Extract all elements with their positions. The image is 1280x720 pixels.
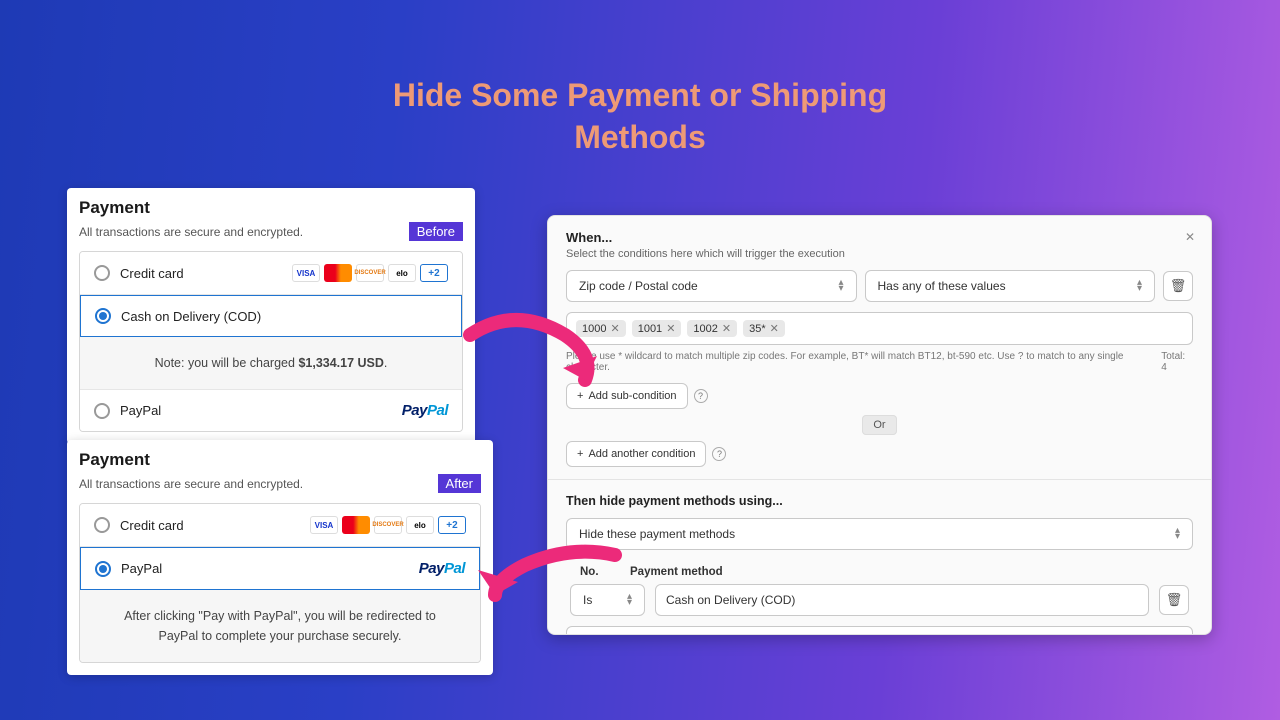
operator-select[interactable]: Has any of these values ▴▾ bbox=[865, 270, 1156, 302]
more-cards-badge: +2 bbox=[438, 516, 466, 534]
discover-icon: DISCOVER bbox=[356, 264, 384, 282]
option-cod[interactable]: Cash on Delivery (COD) bbox=[80, 295, 462, 337]
help-icon[interactable]: ? bbox=[694, 389, 708, 403]
chevron-updown-icon: ▴▾ bbox=[1137, 280, 1142, 292]
secure-note: All transactions are secure and encrypte… bbox=[79, 477, 303, 491]
value-tag: 1002✕ bbox=[687, 320, 737, 337]
paypal-logo-icon: PayPal bbox=[402, 402, 448, 419]
rule-config-panel: When... Select the conditions here which… bbox=[547, 215, 1212, 635]
before-panel: Payment All transactions are secure and … bbox=[67, 188, 475, 444]
payment-heading: Payment bbox=[79, 450, 481, 470]
help-icon[interactable]: ? bbox=[712, 447, 726, 461]
visa-icon: VISA bbox=[310, 516, 338, 534]
option-credit-card[interactable]: Credit card VISA DISCOVER elo +2 bbox=[80, 252, 462, 295]
secure-note: All transactions are secure and encrypte… bbox=[79, 225, 303, 239]
method-row: Is ▴▾ Cash on Delivery (COD) 🗑 bbox=[566, 584, 1193, 616]
option-paypal[interactable]: PayPal PayPal bbox=[80, 390, 462, 431]
mastercard-icon bbox=[342, 516, 370, 534]
elo-icon: elo bbox=[406, 516, 434, 534]
discover-icon: DISCOVER bbox=[374, 516, 402, 534]
value-tag: 35*✕ bbox=[743, 320, 785, 337]
wildcard-hint: Please use * wildcard to match multiple … bbox=[566, 351, 1161, 373]
hide-action-select[interactable]: Hide these payment methods ▴▾ bbox=[566, 518, 1193, 550]
add-sub-condition-button[interactable]: +Add sub-condition bbox=[566, 383, 688, 409]
remove-tag-icon[interactable]: ✕ bbox=[610, 322, 619, 335]
visa-icon: VISA bbox=[292, 264, 320, 282]
delete-condition-button[interactable]: 🗑 bbox=[1163, 271, 1193, 301]
when-title: When... bbox=[566, 230, 1193, 245]
payment-heading: Payment bbox=[79, 198, 463, 218]
trash-icon: 🗑 bbox=[1170, 278, 1187, 294]
before-badge: Before bbox=[409, 222, 463, 241]
delete-method-button[interactable]: 🗑 bbox=[1159, 585, 1189, 615]
card-brand-icons: VISA DISCOVER elo +2 bbox=[310, 516, 466, 534]
plus-icon: + bbox=[577, 448, 583, 460]
card-brand-icons: VISA DISCOVER elo +2 bbox=[292, 264, 448, 282]
payment-options: Credit card VISA DISCOVER elo +2 Cash on… bbox=[79, 251, 463, 432]
remove-tag-icon[interactable]: ✕ bbox=[722, 322, 731, 335]
chevron-updown-icon: ▴▾ bbox=[627, 594, 632, 606]
plus-icon: + bbox=[577, 390, 583, 402]
elo-icon: elo bbox=[388, 264, 416, 282]
methods-table-header: No. Payment method bbox=[566, 560, 1193, 584]
more-cards-badge: +2 bbox=[420, 264, 448, 282]
after-badge: After bbox=[438, 474, 481, 493]
or-separator: Or bbox=[566, 419, 1193, 431]
remove-tag-icon[interactable]: ✕ bbox=[666, 322, 675, 335]
values-input[interactable]: 1000✕ 1001✕ 1002✕ 35*✕ bbox=[566, 312, 1193, 345]
radio-icon bbox=[95, 561, 111, 577]
method-name-input[interactable]: Cash on Delivery (COD) bbox=[655, 584, 1149, 616]
when-subtitle: Select the conditions here which will tr… bbox=[566, 248, 1193, 260]
after-panel: Payment All transactions are secure and … bbox=[67, 440, 493, 675]
radio-icon bbox=[94, 517, 110, 533]
add-payment-method-button[interactable]: + Add payment method bbox=[566, 626, 1193, 634]
trash-icon: 🗑 bbox=[1166, 592, 1183, 608]
chevron-updown-icon: ▴▾ bbox=[1175, 528, 1180, 540]
payment-options: Credit card VISA DISCOVER elo +2 PayPal … bbox=[79, 503, 481, 663]
radio-icon bbox=[94, 265, 110, 281]
add-another-condition-button[interactable]: +Add another condition bbox=[566, 441, 706, 467]
value-tag: 1000✕ bbox=[576, 320, 626, 337]
option-paypal[interactable]: PayPal PayPal bbox=[80, 547, 480, 590]
page-title: Hide Some Payment or ShippingMethods bbox=[0, 0, 1280, 158]
value-tag: 1001✕ bbox=[632, 320, 682, 337]
chevron-updown-icon: ▴▾ bbox=[838, 280, 843, 292]
charge-note: Note: you will be charged $1,334.17 USD. bbox=[80, 337, 462, 390]
close-icon[interactable]: ✕ bbox=[1185, 230, 1195, 244]
total-count: Total: 4 bbox=[1161, 351, 1193, 373]
mastercard-icon bbox=[324, 264, 352, 282]
then-title: Then hide payment methods using... bbox=[566, 494, 1193, 508]
paypal-redirect-note: After clicking "Pay with PayPal", you wi… bbox=[80, 590, 480, 662]
row-operator-select[interactable]: Is ▴▾ bbox=[570, 584, 645, 616]
paypal-logo-icon: PayPal bbox=[419, 560, 465, 577]
radio-icon bbox=[95, 308, 111, 324]
remove-tag-icon[interactable]: ✕ bbox=[770, 322, 779, 335]
field-select[interactable]: Zip code / Postal code ▴▾ bbox=[566, 270, 857, 302]
option-credit-card[interactable]: Credit card VISA DISCOVER elo +2 bbox=[80, 504, 480, 547]
radio-icon bbox=[94, 403, 110, 419]
